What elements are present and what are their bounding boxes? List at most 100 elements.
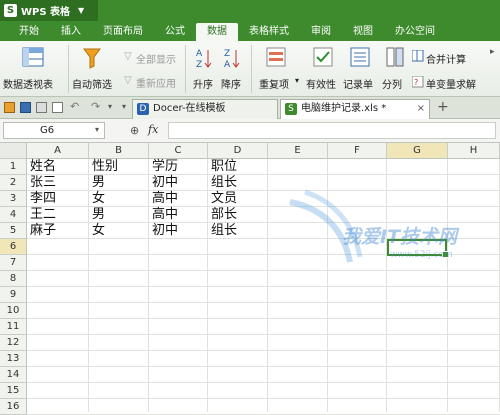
preview-icon[interactable] xyxy=(52,102,63,113)
column-header-E[interactable]: E xyxy=(268,143,328,159)
doc-tab-spreadsheet[interactable]: S 电脑维护记录.xls * × xyxy=(280,99,430,119)
svg-text:A: A xyxy=(196,49,203,59)
column-header-G[interactable]: G xyxy=(387,143,448,159)
column-header-F[interactable]: F xyxy=(328,143,387,159)
row-header-8[interactable]: 8 xyxy=(0,271,27,287)
row-header-14[interactable]: 14 xyxy=(0,367,27,383)
redo-icon[interactable]: ↷ xyxy=(91,100,100,113)
chevron-down-icon: ▼ xyxy=(78,6,85,15)
text-to-columns-label: 分列 xyxy=(382,80,402,91)
formula-bar: G6 ▾ ⊕ fx xyxy=(0,119,500,143)
row-header-3[interactable]: 3 xyxy=(0,191,27,207)
name-box-dropdown-icon[interactable]: ▾ xyxy=(95,125,99,134)
spreadsheet-grid: A B C D E F G H 1 2 3 4 5 6 7 8 9 10 11 12 13 14 15 16 姓名 性别 学历 职位张… xyxy=(0,143,500,415)
menu-tab-5[interactable]: 表格样式 xyxy=(238,23,300,41)
duplicates-icon xyxy=(266,47,286,67)
doc-tab-docer[interactable]: D Docer-在线模板 xyxy=(132,99,278,119)
cell-C1[interactable]: 学历 xyxy=(149,159,208,175)
watermark-text: 我爱IT技术网 xyxy=(342,226,458,248)
cell-D1[interactable]: 职位 xyxy=(208,159,268,175)
row-header-15[interactable]: 15 xyxy=(0,383,27,399)
row-header-11[interactable]: 11 xyxy=(0,319,27,335)
sort-descending-icon: Z A xyxy=(224,49,240,70)
cell-B4[interactable]: 男 xyxy=(89,207,149,223)
row-header-9[interactable]: 9 xyxy=(0,287,27,303)
cell-D2[interactable]: 组长 xyxy=(208,175,268,191)
qat-dropdown-icon[interactable]: ▾ xyxy=(108,102,112,111)
doc-tab-label: 电脑维护记录.xls * xyxy=(301,103,387,114)
function-icon[interactable]: fx xyxy=(148,123,158,136)
save-icon[interactable] xyxy=(20,102,31,113)
svg-text:Z: Z xyxy=(224,49,230,59)
menu-tab-6[interactable]: 审阅 xyxy=(300,23,342,41)
menu-bar: 开始 插入 页面布局 公式 数据 表格样式 审阅 视图 办公空间 xyxy=(0,21,500,41)
tab-list-icon[interactable]: ▾ xyxy=(122,102,126,111)
reapply-label: 重新应用 xyxy=(136,79,176,90)
row-header-10[interactable]: 10 xyxy=(0,303,27,319)
close-icon[interactable]: × xyxy=(417,100,425,118)
docer-icon: D xyxy=(137,103,149,115)
cell-A3[interactable]: 李四 xyxy=(27,191,89,207)
cell-A5[interactable]: 麻子 xyxy=(27,223,89,239)
menu-tab-0[interactable]: 开始 xyxy=(8,23,50,41)
cell-C3[interactable]: 高中 xyxy=(149,191,208,207)
app-menu-button[interactable]: S WPS 表格 ▼ xyxy=(0,0,98,21)
column-header-D[interactable]: D xyxy=(208,143,268,159)
print-icon[interactable] xyxy=(36,102,47,113)
cell-D5[interactable]: 组长 xyxy=(208,223,268,239)
formula-input[interactable] xyxy=(168,122,496,139)
cell-B2[interactable]: 男 xyxy=(89,175,149,191)
select-all-corner[interactable] xyxy=(0,143,27,159)
row-header-16[interactable]: 16 xyxy=(0,399,27,415)
cell-B3[interactable]: 女 xyxy=(89,191,149,207)
autofilter-label: 自动筛选 xyxy=(72,80,112,91)
zoom-icon[interactable]: ⊕ xyxy=(130,124,139,137)
title-bar: S WPS 表格 ▼ xyxy=(0,0,500,21)
cell-C5[interactable]: 初中 xyxy=(149,223,208,239)
column-header-H[interactable]: H xyxy=(448,143,500,159)
row-header-12[interactable]: 12 xyxy=(0,335,27,351)
folder-icon[interactable] xyxy=(4,102,15,113)
menu-tab-3[interactable]: 公式 xyxy=(154,23,196,41)
cell-D4[interactable]: 部长 xyxy=(208,207,268,223)
show-all-label: 全部显示 xyxy=(136,55,176,66)
menu-tab-1[interactable]: 插入 xyxy=(50,23,92,41)
svg-text:?: ? xyxy=(414,78,418,87)
row-header-13[interactable]: 13 xyxy=(0,351,27,367)
row-header-5[interactable]: 5 xyxy=(0,223,27,239)
row-header-4[interactable]: 4 xyxy=(0,207,27,223)
menu-tab-7[interactable]: 视图 xyxy=(342,23,384,41)
quick-access-bar: ↶ ↷ ▾ ▾ D Docer-在线模板 S 电脑维护记录.xls * × + xyxy=(0,97,500,119)
cell-B5[interactable]: 女 xyxy=(89,223,149,239)
filter-funnel-icon xyxy=(83,48,101,69)
menu-tab-8[interactable]: 办公空间 xyxy=(384,23,446,41)
row-header-1[interactable]: 1 xyxy=(0,159,27,175)
validity-label: 有效性 xyxy=(306,80,336,91)
goal-seek-label: 单变量求解 xyxy=(426,80,476,91)
row-header-6[interactable]: 6 xyxy=(0,239,27,255)
sort-descending-label: 降序 xyxy=(221,80,241,91)
column-header-A[interactable]: A xyxy=(27,143,89,159)
record-form-label: 记录单 xyxy=(343,80,373,91)
row-header-2[interactable]: 2 xyxy=(0,175,27,191)
validity-icon xyxy=(313,47,333,67)
app-title: WPS 表格 xyxy=(21,7,71,18)
cell-A4[interactable]: 王二 xyxy=(27,207,89,223)
undo-icon[interactable]: ↶ xyxy=(70,100,79,113)
cell-C2[interactable]: 初中 xyxy=(149,175,208,191)
column-header-B[interactable]: B xyxy=(89,143,149,159)
cell-B1[interactable]: 性别 xyxy=(89,159,149,175)
row-header-7[interactable]: 7 xyxy=(0,255,27,271)
name-box[interactable]: G6 xyxy=(3,122,105,139)
menu-tab-2[interactable]: 页面布局 xyxy=(92,23,154,41)
cell-C4[interactable]: 高中 xyxy=(149,207,208,223)
new-tab-icon[interactable]: + xyxy=(437,99,449,115)
consolidate-label: 合并计算 xyxy=(426,55,466,66)
cell-A2[interactable]: 张三 xyxy=(27,175,89,191)
split-columns-icon xyxy=(386,47,404,67)
menu-tab-4[interactable]: 数据 xyxy=(196,23,238,41)
pivot-table-icon xyxy=(22,47,44,67)
cell-A1[interactable]: 姓名 xyxy=(27,159,89,175)
column-header-C[interactable]: C xyxy=(149,143,208,159)
cell-D3[interactable]: 文员 xyxy=(208,191,268,207)
